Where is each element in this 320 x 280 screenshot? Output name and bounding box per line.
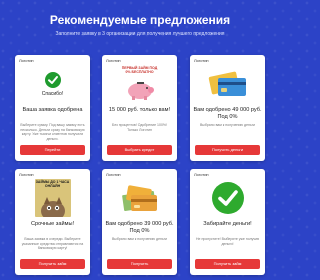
offer-card-5[interactable]: Логотип Вам одобрено 39 000 руб. Под 0% … [102,169,177,275]
brand-label: Логотип [194,172,209,177]
card-art [190,64,265,104]
art-caption: Спасибо! [41,90,64,97]
art-caption: ПЕРВЫЙ ЗАЙМ ПОД 0% БЕСПЛАТНО [121,66,158,75]
cat-photo-icon: ЗАЙМЫ ДО 1 ЧАСА ОНЛАЙН [34,179,71,217]
card-description: Не пропустите! Выберите уже получив день… [196,237,259,246]
card-button[interactable]: Перейти [20,145,85,155]
card-heading: Забирайте деньги! [203,221,252,227]
card-button[interactable]: Получить деньги [195,145,260,155]
brand-label: Логотип [194,58,209,63]
art-caption: ЗАЙМЫ ДО 1 ЧАСА ОНЛАЙН [35,180,70,189]
offer-card-3[interactable]: Логотип Вам одобрено 49 000 руб. Под 0% … [190,55,265,161]
offer-card-4[interactable]: Логотип ЗАЙМЫ ДО 1 ЧАСА ОНЛАЙН Срочные з… [15,169,90,275]
card-button[interactable]: Выбрать кредит [107,145,172,155]
card-description: Выбрано вам к получению деньги [199,123,256,127]
card-button[interactable]: Получить займ [195,259,260,269]
card-art [190,178,265,218]
brand-label: Логотип [19,58,34,63]
card-description: Выбрано вам к получению деньги [111,237,168,241]
cards-cash-icon [121,185,157,212]
card-art: ПЕРВЫЙ ЗАЙМ ПОД 0% БЕСПЛАТНО [102,64,177,104]
card-heading: Вам одобрено 49 000 руб. Под 0% [193,107,262,120]
brand-label: Логотип [106,58,121,63]
card-button[interactable]: Получить займ [20,259,85,269]
card-heading: Срочные займы! [30,221,75,227]
credit-cards-icon [208,71,246,96]
card-description: Выберите сумму. Под вашу заявку есть нес… [20,123,85,141]
check-icon [44,71,61,88]
offer-card-6[interactable]: Логотип Забирайте деньги! Не пропустите!… [190,169,265,275]
brand-label: Логотип [106,172,121,177]
card-art: ЗАЙМЫ ДО 1 ЧАСА ОНЛАЙН [15,178,90,218]
card-heading: Ваша заявка одобрена [22,107,83,113]
offer-card-2[interactable]: Логотип ПЕРВЫЙ ЗАЙМ ПОД 0% БЕСПЛАТНО 15 … [102,55,177,161]
big-check-icon [211,182,244,214]
offer-card-1[interactable]: Логотип Спасибо! Ваша заявка одобрена Вы… [15,55,90,161]
piggy-bank-icon [127,82,154,100]
brand-label: Логотип [19,172,34,177]
card-art: Спасибо! [15,64,90,104]
card-heading: Вам одобрено 39 000 руб. Под 0% [105,221,174,234]
page-subtitle: Заполните заявку в 3 организации для пол… [55,31,225,37]
page-title: Рекомендуемые предложения [49,13,231,27]
card-heading: 15 000 руб. только вам! [108,107,171,113]
card-description: Без процентов! Одобрение 100%! Только Ло… [112,123,167,132]
card-description: Ваша заявка в очереди. Выберите указанны… [21,237,84,251]
card-button[interactable]: Получить [107,259,172,269]
card-art [102,178,177,218]
